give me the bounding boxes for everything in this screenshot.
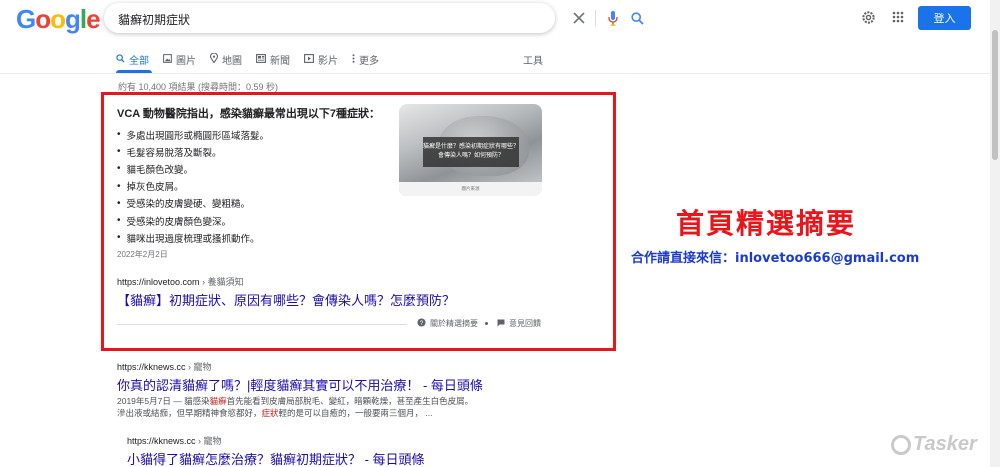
list-item: 掉灰色皮屑。 xyxy=(117,178,269,195)
tab-images[interactable]: 圖片 xyxy=(163,52,196,67)
description-highlight: 貓癬 xyxy=(209,396,227,406)
about-label: 關於精選摘要 xyxy=(430,319,478,328)
source-breadcrumb: › 養貓須知 xyxy=(202,277,244,287)
description-text: 2019年5月7日 — 貓感染 xyxy=(117,396,210,406)
description-text: 首先能看到皮膚局部脫毛、變紅，暗顆乾燥，甚至產生白色皮屑。 xyxy=(226,396,474,406)
about-snippet-link[interactable]: ? 關於精選摘要 xyxy=(417,318,478,329)
logo-letter: o xyxy=(35,4,51,34)
image-caption: 會傳染人嗎？如何預防？ xyxy=(437,153,504,159)
description-text: 輕的是可以自癒的，一般要兩三個月， ... xyxy=(278,408,433,418)
result-source: https://kknews.cc › 寵物 xyxy=(127,434,222,447)
list-item: 多處出現圓形或橢圓形區域落髮。 xyxy=(117,126,270,143)
snippet-source: https://inlovetoo.com › 養貓須知 xyxy=(117,275,244,288)
feedback-icon xyxy=(497,319,505,329)
help-icon: ? xyxy=(417,318,426,329)
source-url: https://kknews.cc xyxy=(117,362,186,372)
svg-text:?: ? xyxy=(420,320,424,327)
tab-more[interactable]: 更多 xyxy=(352,52,379,67)
source-breadcrumb: › 寵物 xyxy=(198,436,222,446)
list-item: 貓毛顏色改變。 xyxy=(117,160,269,177)
logo-letter: o xyxy=(50,4,66,34)
description-text: 滲出液或結痂，但早期精神食慾都好， xyxy=(117,408,262,418)
search-bar[interactable]: 貓癬初期症狀 xyxy=(104,3,644,33)
scrollbar-thumb[interactable] xyxy=(992,30,998,160)
more-icon xyxy=(352,53,355,66)
apps-grid-icon[interactable] xyxy=(890,9,906,25)
clear-icon[interactable] xyxy=(572,11,586,25)
watermark-logo-icon xyxy=(891,434,911,455)
tab-label: 新聞 xyxy=(270,56,290,67)
search-divider xyxy=(595,10,596,26)
feedback-link[interactable]: 意見回饋 xyxy=(497,318,541,329)
image-caption: 貓癬是什麼？感染初期症狀有哪些？ xyxy=(423,144,520,150)
watermark-text: Tasker xyxy=(913,433,977,455)
tab-news[interactable]: 新聞 xyxy=(256,52,290,67)
video-icon xyxy=(304,53,314,66)
tab-label: 更多 xyxy=(359,56,379,67)
snippet-divider xyxy=(117,324,407,325)
search-icon[interactable] xyxy=(630,11,644,25)
feedback-label: 意見回饋 xyxy=(509,319,541,328)
tab-maps[interactable]: 地圖 xyxy=(209,52,242,67)
tab-label: 影片 xyxy=(318,56,338,67)
result-title-link[interactable]: 你真的認清貓癬了嗎？|輕度貓癬其實可以不用治療！ - 每日頭條 xyxy=(117,375,483,394)
tab-all[interactable]: 全部 xyxy=(116,52,149,67)
result-source: https://kknews.cc › 寵物 xyxy=(117,360,212,373)
image-icon xyxy=(163,53,172,66)
tab-videos[interactable]: 影片 xyxy=(304,52,338,67)
description-line: 2019年5月7日 — 貓感染貓癬首先能看到皮膚局部脫毛、變紅，暗顆乾燥，甚至產… xyxy=(117,395,473,407)
signin-button[interactable]: 登入 xyxy=(918,6,971,30)
tasker-watermark: Tasker xyxy=(891,433,977,456)
search-icon xyxy=(116,53,125,66)
description-highlight: 症狀 xyxy=(261,408,279,418)
separator-dot xyxy=(485,322,488,325)
tab-label: 地圖 xyxy=(222,56,242,67)
image-caption-box: 貓癬是什麼？感染初期症狀有哪些？ 會傳染人嗎？如何預防？ xyxy=(423,137,519,167)
promo-title: 首頁精選摘要 xyxy=(676,207,857,240)
list-item: 毛髮容易脫落及斷裂。 xyxy=(117,143,269,160)
snippet-title: VCA 動物醫院指出，感染貓癬最常出現以下7種症狀： xyxy=(117,108,380,120)
tools-button[interactable]: 工具 xyxy=(523,52,543,67)
source-url: https://kknews.cc xyxy=(127,436,196,446)
result-title-link[interactable]: 小貓得了貓癬怎麼治療？貓癬初期症狀？ - 每日頭條 xyxy=(127,449,425,467)
image-footer: 圖片來源 xyxy=(399,182,542,196)
page-scrollbar[interactable] xyxy=(990,0,1000,467)
logo-letter: e xyxy=(86,4,101,34)
map-pin-icon xyxy=(209,52,219,66)
snippet-image[interactable]: 貓癬是什麼？感染初期症狀有哪些？ 會傳染人嗎？如何預防？ 圖片來源 xyxy=(399,104,542,196)
list-item: 貓咪出現過度梳理或搔抓動作。 xyxy=(117,229,269,246)
list-item: 受感染的皮膚顏色變深。 xyxy=(117,212,269,229)
gear-icon[interactable] xyxy=(859,8,877,26)
news-icon xyxy=(256,53,266,66)
source-url: https://inlovetoo.com xyxy=(117,277,200,287)
list-item: 受感染的皮膚變硬、變粗糙。 xyxy=(117,195,269,212)
header-divider xyxy=(0,73,990,74)
logo-letter: g xyxy=(65,4,81,34)
google-logo[interactable]: Google xyxy=(16,4,101,35)
logo-letter: G xyxy=(16,4,36,34)
source-breadcrumb: › 寵物 xyxy=(188,362,212,372)
snippet-date: 2022年2月2日 xyxy=(117,250,168,259)
description-line: 滲出液或結痂，但早期精神食慾都好，症狀輕的是可以自癒的，一般要兩三個月， ... xyxy=(117,407,473,419)
search-input[interactable]: 貓癬初期症狀 xyxy=(118,11,190,28)
promo-contact: 合作請直接來信：inlovetoo666@gmail.com xyxy=(631,251,920,266)
search-tabs: 全部 圖片 地圖 新聞 影片 更多 xyxy=(116,52,379,67)
snippet-result-link[interactable]: 【貓癬】初期症狀、原因有哪些？會傳染人嗎？怎麼預防？ xyxy=(117,290,455,309)
tab-label: 全部 xyxy=(129,56,149,67)
mic-icon[interactable] xyxy=(606,10,620,26)
tab-label: 圖片 xyxy=(176,56,196,67)
result-description: 2019年5月7日 — 貓感染貓癬首先能看到皮膚局部脫毛、變紅，暗顆乾燥，甚至產… xyxy=(117,395,473,419)
snippet-list: 多處出現圓形或橢圓形區域落髮。 毛髮容易脫落及斷裂。 貓毛顏色改變。 掉灰色皮屑… xyxy=(117,126,270,246)
